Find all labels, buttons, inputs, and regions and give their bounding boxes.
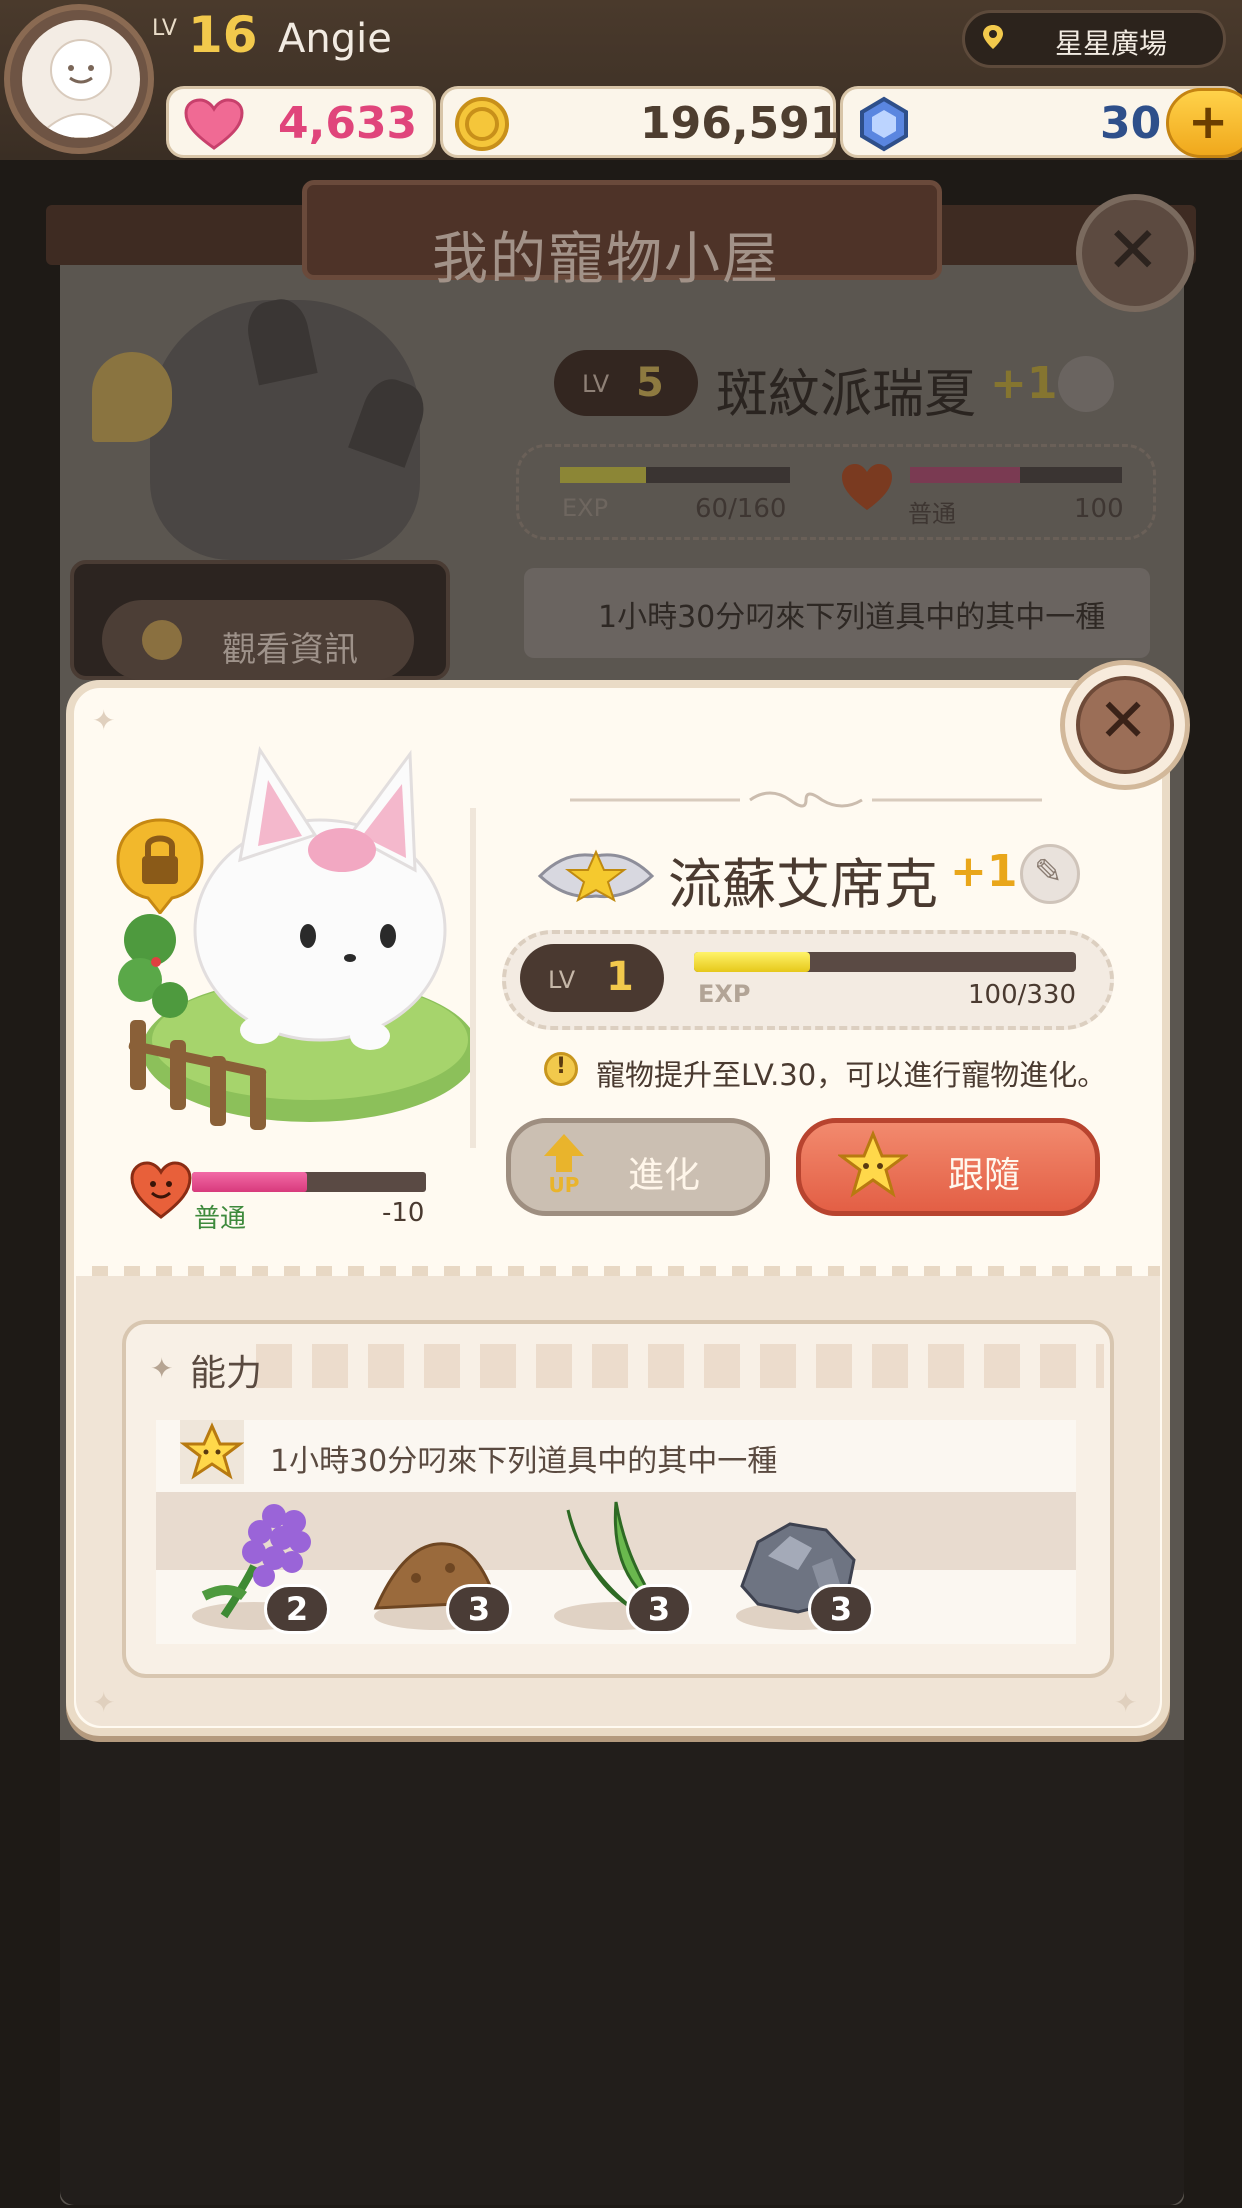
exp-label: EXP — [698, 980, 751, 1008]
affection-value: -10 — [382, 1198, 425, 1228]
pet-level-pill — [554, 350, 698, 416]
pet-level-tag: LV — [548, 966, 576, 994]
pet-level: 5 — [636, 360, 664, 406]
close-icon: ✕ — [1098, 686, 1149, 756]
pet-level-pill — [520, 944, 664, 1012]
smiley-face-icon — [35, 39, 127, 138]
pet-stats-box — [516, 444, 1156, 540]
exp-bar-fill — [694, 952, 810, 972]
exp-bar-fill — [560, 467, 646, 483]
card-divider — [470, 808, 476, 1148]
ability-title: 能力 — [190, 1353, 263, 1394]
pet-name: 斑紋派瑞夏 — [716, 365, 977, 425]
pet-level-tag: LV — [582, 370, 610, 398]
exclamation-mark: ! — [556, 1054, 567, 1079]
affection-heart-icon — [130, 1161, 192, 1219]
evolve-label: 進化 — [628, 1155, 701, 1196]
affection-label: 普通 — [908, 500, 956, 528]
corner-sparkle-icon: ✦ — [92, 704, 116, 737]
corner-sparkle-icon: ✦ — [92, 1686, 116, 1719]
ability-text: 1小時30分叼來下列道具中的其中一種 — [598, 600, 1106, 635]
player-name: Angie — [278, 16, 392, 62]
star-follow-icon — [838, 1130, 908, 1198]
player-level: 16 — [188, 6, 258, 64]
coin-icon — [455, 97, 509, 151]
affection-label: 普通 — [194, 1204, 247, 1234]
ornament-divider-icon — [570, 791, 1042, 808]
affection-bar-fill — [910, 467, 1020, 483]
exp-value: 100/330 — [968, 980, 1077, 1010]
lock-icon[interactable] — [116, 818, 204, 914]
star-ability-icon — [180, 1420, 244, 1484]
exclamation-icon — [142, 620, 182, 660]
pet-plus-badge: +1 — [950, 846, 1018, 897]
item-count: 2 — [285, 1590, 309, 1628]
edit-name-button[interactable] — [1058, 356, 1114, 412]
plus-icon: + — [1188, 94, 1229, 150]
heart-icon — [184, 98, 244, 150]
close-icon: ✕ — [1106, 214, 1160, 288]
affection-value: 100 — [1074, 494, 1124, 524]
corner-sparkle-icon: ✦ — [1114, 1686, 1138, 1719]
item-count: 3 — [467, 1590, 491, 1628]
affection-heart-icon — [842, 464, 892, 510]
modal-divider — [76, 1266, 1160, 1276]
exp-value: 60/160 — [695, 494, 787, 524]
sparkle-icon: ✦ — [150, 1352, 174, 1385]
location-pin-icon — [983, 25, 1003, 49]
pencil-icon: ✎ — [1034, 852, 1063, 892]
item-count: 3 — [647, 1590, 671, 1628]
star-rank-badge-icon — [537, 849, 655, 903]
gems-value: 30 — [1100, 98, 1162, 149]
evolve-hint: 寵物提升至LV.30，可以進行寵物進化。 — [596, 1058, 1107, 1092]
pet-level: 1 — [606, 954, 634, 1000]
gem-icon — [860, 96, 908, 152]
pet-name: 流蘇艾席克 — [668, 853, 938, 916]
up-arrow-icon: UP — [544, 1134, 584, 1196]
view-info-label: 觀看資訊 — [222, 630, 358, 670]
coins-value: 196,591 — [640, 98, 841, 149]
panel-title: 我的寵物小屋 — [432, 227, 780, 292]
up-label: UP — [549, 1173, 580, 1196]
item-count: 3 — [829, 1590, 853, 1628]
pet-plus-badge: +1 — [990, 358, 1058, 409]
location-label: 星星廣場 — [1055, 27, 1168, 60]
player-level-tag: LV — [152, 16, 177, 41]
panel-bottom-area — [60, 1740, 1184, 2205]
decorative-pattern — [246, 1344, 1104, 1388]
affection-bar-fill — [192, 1172, 307, 1192]
avatar[interactable] — [22, 20, 140, 138]
lock-icon[interactable] — [92, 352, 172, 442]
follow-label: 跟隨 — [948, 1155, 1021, 1196]
exp-label: EXP — [562, 494, 609, 522]
hearts-value: 4,633 — [278, 98, 418, 149]
ability-text: 1小時30分叼來下列道具中的其中一種 — [270, 1444, 778, 1479]
